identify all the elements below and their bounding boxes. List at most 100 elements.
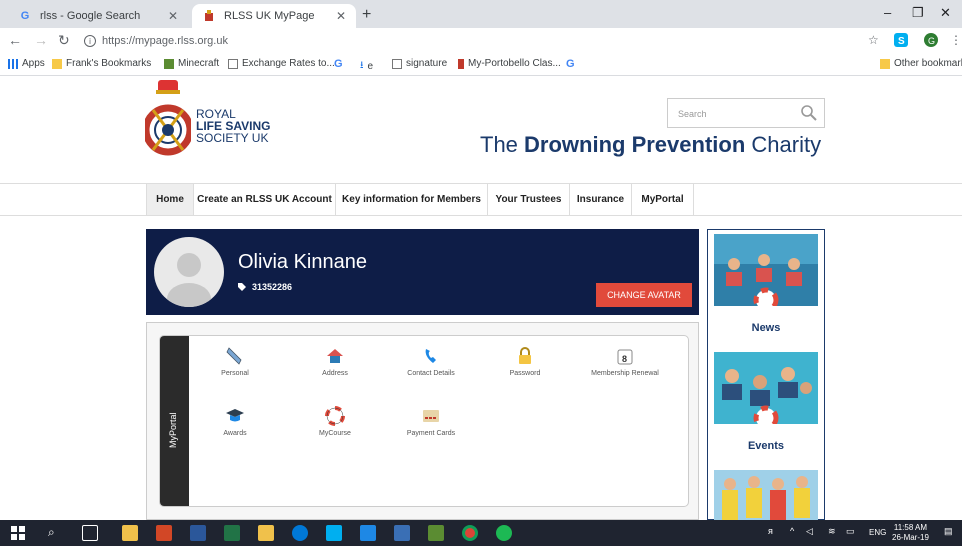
pencil-icon [226,347,242,365]
tab-google-search[interactable]: G rlss - Google Search ✕ [8,4,188,28]
search-icon[interactable]: ⌕ [48,525,64,541]
svg-text:S: S [898,36,905,47]
bookmark-apps[interactable]: Apps [8,58,45,69]
bookmark-google-2[interactable]: G [566,58,575,70]
portal-item-contact-details[interactable]: Contact Details [386,346,476,377]
bookmark-icon [458,58,464,69]
nav-insurance[interactable]: Insurance [570,184,632,215]
notifications-icon[interactable]: ▤ [944,526,953,537]
calendar-icon: 8 [617,349,633,365]
word-icon[interactable] [190,525,206,541]
search-icon[interactable] [800,104,818,122]
wifi-icon[interactable]: ≋ [828,526,836,537]
app-icon[interactable] [394,525,410,541]
volume-icon[interactable]: ◁ [806,526,813,537]
forward-button[interactable]: → [34,32,48,48]
nav-create-account[interactable]: Create an RLSS UK Account [194,184,336,215]
nav-trustees[interactable]: Your Trustees [488,184,570,215]
store-icon[interactable] [258,525,274,541]
tagline: The Drowning Prevention Charity [480,132,822,157]
events-image[interactable] [714,352,818,424]
site-info-icon[interactable]: i [84,35,96,47]
portal-item-personal[interactable]: Personal [190,346,280,377]
house-icon [327,349,343,363]
events-label[interactable]: Events [708,440,824,452]
nav-home[interactable]: Home [146,184,194,215]
close-window-button[interactable]: ✕ [940,5,951,21]
task-view-icon[interactable] [82,525,98,541]
skype-icon[interactable] [326,525,342,541]
download-icon: ⭳ [360,60,364,71]
lifeguards-image[interactable] [714,470,818,520]
bookmark-minecraft[interactable]: Minecraft [164,58,219,69]
keyboard-icon[interactable]: ▭ [846,526,855,537]
reload-button[interactable]: ↻ [58,32,70,49]
svg-text:8: 8 [622,354,627,364]
portal-item-address[interactable]: Address [290,346,380,377]
bookmark-franks-bookmarks[interactable]: Frank's Bookmarks [52,58,151,69]
excel-icon[interactable] [224,525,240,541]
url-text: https://mypage.rlss.org.uk [102,35,228,47]
chevron-up-icon[interactable]: ^ [790,526,794,536]
member-number: 31352286 [238,282,292,292]
tag-icon [238,283,246,291]
powerpoint-icon[interactable] [156,525,172,541]
change-avatar-button[interactable]: CHANGE AVATAR [596,283,692,307]
page-icon [392,58,402,69]
clock[interactable]: 11:58 AM 26-Mar-19 [892,523,929,543]
main-nav: Home Create an RLSS UK Account Key infor… [0,183,962,216]
profile-avatar-icon[interactable]: G [924,33,938,50]
app-icon[interactable] [360,525,376,541]
brand-name[interactable]: ROYAL LIFE SAVING SOCIETY UK [196,108,270,144]
folder-icon [52,58,62,69]
file-explorer-icon[interactable] [122,525,138,541]
spotify-icon[interactable] [496,525,512,541]
portal-item-password[interactable]: Password [480,346,570,377]
language-indicator[interactable]: ENG [869,528,886,537]
menu-kebab-icon[interactable]: ⋮ [950,33,962,47]
news-label[interactable]: News [708,322,824,334]
windows-start-icon[interactable] [10,525,26,541]
back-button[interactable]: ← [8,32,22,48]
nav-key-information[interactable]: Key information for Members [336,184,488,215]
minecraft-icon[interactable] [428,525,444,541]
address-bar[interactable]: i https://mypage.rlss.org.uk [84,31,864,51]
tab-title: rlss - Google Search [40,10,141,22]
edge-icon[interactable] [292,525,308,541]
tab-close-icon[interactable]: ✕ [168,9,178,23]
profile-name: Olivia Kinnane [238,251,367,273]
bookmark-star-icon[interactable]: ☆ [868,33,879,47]
bookmark-google[interactable]: G [334,58,343,70]
padlock-icon [519,347,531,364]
skype-extension-icon[interactable]: S [894,33,908,50]
rlss-favicon-icon [202,9,216,23]
minimize-button[interactable]: – [884,5,891,20]
bookmark-e[interactable]: ⭳ e [360,58,373,75]
tab-close-icon[interactable]: ✕ [336,9,346,23]
search-input[interactable] [678,106,788,122]
bookmark-exchange-rates[interactable]: Exchange Rates to... [228,58,335,69]
portal-item-mycourse[interactable]: MyCourse [290,406,380,437]
avatar [154,237,224,307]
card-icon [423,410,439,422]
bookmark-portobello[interactable]: My-Portobello Clas... [458,58,561,69]
tab-rlss-mypage[interactable]: RLSS UK MyPage ✕ [192,4,356,28]
new-tab-button[interactable]: + [362,6,371,24]
restore-button[interactable]: ❐ [912,5,924,21]
rlss-crest-logo[interactable] [145,80,191,168]
portal-item-membership-renewal[interactable]: 8 Membership Renewal [580,346,670,377]
portal-item-awards[interactable]: Awards [190,406,280,437]
nav-myportal[interactable]: MyPortal [632,184,694,215]
lifebuoy-icon [325,406,345,426]
portal-item-payment-cards[interactable]: Payment Cards [386,406,476,437]
bookmark-signature[interactable]: signature [392,58,447,69]
myportal-panel: MyPortal Personal Address Contact Detail… [146,322,699,520]
minecraft-icon [164,58,174,69]
myportal-card: MyPortal Personal Address Contact Detail… [159,335,689,507]
bookmark-other[interactable]: Other bookmarks [880,58,962,69]
google-icon: G [334,58,343,70]
phone-icon [425,349,436,363]
people-icon[interactable]: ᴙ [768,526,773,536]
news-image[interactable] [714,234,818,306]
chrome-icon[interactable] [462,525,478,541]
